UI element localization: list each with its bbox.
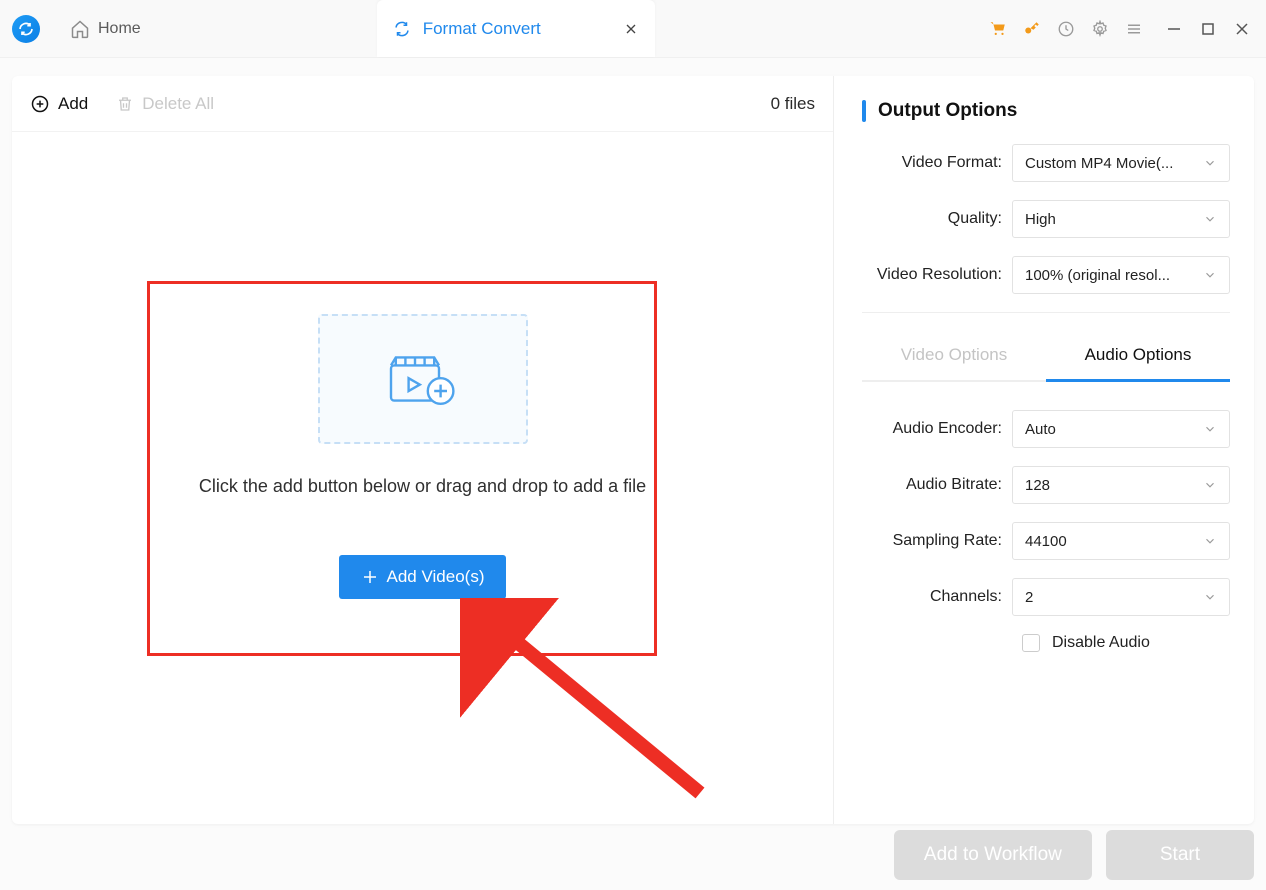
tab-format-convert[interactable]: Format Convert [377, 0, 655, 57]
channels-select[interactable]: 2 [1012, 578, 1230, 616]
channels-label: Channels: [862, 588, 1012, 606]
options-panel: Output Options Video Format: Custom MP4 … [834, 76, 1254, 824]
drop-target[interactable] [318, 314, 528, 444]
add-video-label: Add Video(s) [387, 567, 485, 587]
add-button[interactable]: Add [30, 94, 88, 114]
audio-encoder-select[interactable]: Auto [1012, 410, 1230, 448]
audio-encoder-label: Audio Encoder: [862, 420, 1012, 438]
output-options-title: Output Options [878, 100, 1017, 122]
refresh-icon [393, 20, 411, 38]
add-to-workflow-button[interactable]: Add to Workflow [894, 830, 1092, 880]
trash-icon [116, 95, 134, 113]
history-icon[interactable] [1056, 19, 1076, 39]
file-count: 0 files [771, 94, 815, 114]
resolution-select[interactable]: 100% (original resol... [1012, 256, 1230, 294]
audio-bitrate-label: Audio Bitrate: [862, 476, 1012, 494]
add-video-button[interactable]: Add Video(s) [339, 555, 507, 599]
divider [862, 312, 1230, 313]
tab-home-label: Home [98, 20, 141, 38]
system-controls [988, 19, 1266, 39]
delete-all-button: Delete All [116, 94, 214, 114]
quality-label: Quality: [862, 210, 1012, 228]
minimize-button[interactable] [1166, 21, 1182, 37]
options-tabs: Video Options Audio Options [862, 331, 1230, 382]
chevron-down-icon [1203, 590, 1217, 604]
tab-audio-options[interactable]: Audio Options [1046, 331, 1230, 382]
resolution-label: Video Resolution: [862, 266, 1012, 284]
chevron-down-icon [1203, 212, 1217, 226]
accent-bar [862, 100, 866, 122]
file-toolbar: Add Delete All 0 files [12, 76, 833, 132]
cart-icon[interactable] [988, 19, 1008, 39]
video-format-label: Video Format: [862, 154, 1012, 172]
audio-options-group: Audio Encoder: Auto Audio Bitrate: 128 S… [862, 410, 1230, 652]
footer-actions: Add to Workflow Start [894, 830, 1254, 880]
key-icon[interactable] [1022, 19, 1042, 39]
start-button[interactable]: Start [1106, 830, 1254, 880]
chevron-down-icon [1203, 478, 1217, 492]
chevron-down-icon [1203, 534, 1217, 548]
app-logo [12, 15, 40, 43]
video-add-icon [383, 349, 463, 409]
output-options-header: Output Options [862, 100, 1230, 122]
tab-label: Format Convert [423, 19, 541, 39]
close-window-button[interactable] [1234, 21, 1250, 37]
sampling-rate-label: Sampling Rate: [862, 532, 1012, 550]
close-tab-icon[interactable] [623, 21, 639, 37]
maximize-button[interactable] [1200, 21, 1216, 37]
video-format-select[interactable]: Custom MP4 Movie(... [1012, 144, 1230, 182]
quality-select[interactable]: High [1012, 200, 1230, 238]
add-label: Add [58, 94, 88, 114]
plus-icon [361, 568, 379, 586]
sampling-rate-select[interactable]: 44100 [1012, 522, 1230, 560]
file-panel: Add Delete All 0 files Click the add but… [12, 76, 834, 824]
chevron-down-icon [1203, 268, 1217, 282]
audio-bitrate-select[interactable]: 128 [1012, 466, 1230, 504]
chevron-down-icon [1203, 156, 1217, 170]
tab-home[interactable]: Home [54, 0, 157, 57]
delete-all-label: Delete All [142, 94, 214, 114]
main-content: Add Delete All 0 files Click the add but… [12, 76, 1254, 824]
disable-audio-label: Disable Audio [1052, 634, 1150, 652]
plus-circle-icon [30, 94, 50, 114]
title-bar: Home Format Convert [0, 0, 1266, 58]
drop-zone[interactable]: Click the add button below or drag and d… [168, 314, 678, 599]
disable-audio-checkbox[interactable] [1022, 634, 1040, 652]
chevron-down-icon [1203, 422, 1217, 436]
tab-video-options[interactable]: Video Options [862, 331, 1046, 382]
drop-instruction: Click the add button below or drag and d… [168, 476, 678, 497]
menu-icon[interactable] [1124, 19, 1144, 39]
settings-icon[interactable] [1090, 19, 1110, 39]
